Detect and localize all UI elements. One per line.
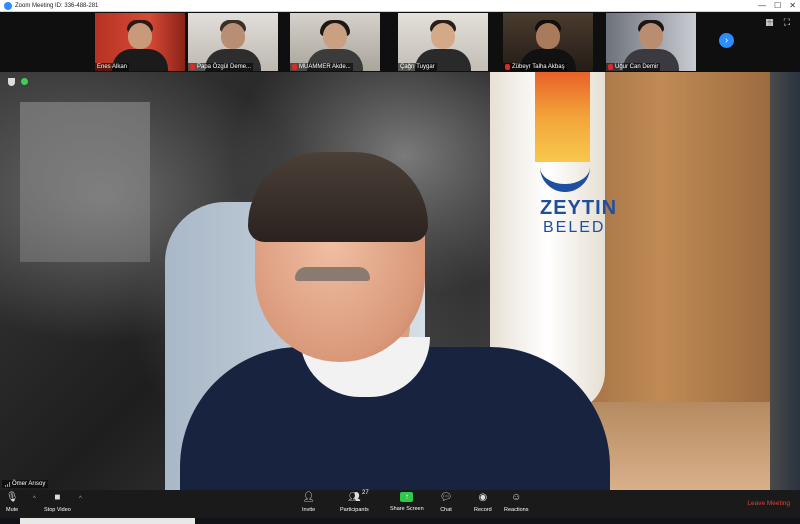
chat-button[interactable]: 💬︎ Chat (439, 492, 453, 513)
participant-face (128, 23, 152, 49)
participant-thumbnail[interactable]: Uğur Can Demir (606, 13, 696, 71)
share-screen-icon: ↑ (400, 492, 414, 502)
maximize-button[interactable]: ☐ (774, 1, 781, 10)
participant-name: Çağrı Tuygar (398, 63, 437, 71)
flag-logo-stripe (535, 72, 590, 162)
participant-name: Papa Özgül Deme... (188, 63, 254, 71)
participant-face (639, 23, 663, 49)
stop-video-label: Stop Video (44, 507, 71, 513)
record-label: Record (474, 507, 492, 513)
right-edge-wall (770, 72, 800, 490)
leave-meeting-button[interactable]: Leave Meeting (747, 500, 790, 507)
fullscreen-icon[interactable]: ⛶ (784, 17, 790, 28)
audio-options-caret-icon[interactable]: ^ (33, 496, 36, 502)
grid-view-icon[interactable]: ▦ (765, 17, 774, 28)
add-person-icon: 👤︎ (302, 492, 315, 503)
mute-button[interactable]: 🎙︎ Mute (5, 492, 19, 513)
participants-button[interactable]: 👥︎ 27 Participants (340, 490, 369, 513)
close-button[interactable]: ✕ (789, 1, 796, 10)
participant-thumbnail[interactable]: Papa Özgül Deme... (188, 13, 278, 71)
os-taskbar (0, 518, 800, 524)
stop-video-button[interactable]: ■ Stop Video (44, 492, 71, 513)
participant-name: MUAMMER Akde... (290, 63, 353, 71)
meeting-info-icons (8, 78, 28, 86)
flag-text-bottom: BELED (543, 219, 606, 236)
view-controls: ▦ ⛶ (765, 17, 790, 28)
mic-muted-icon (190, 64, 195, 70)
participant-thumbnail-strip: Enes Alkan Papa Özgül Deme... MUAMMER Ak… (0, 12, 800, 72)
taskbar-search-box[interactable] (20, 518, 195, 524)
floor (585, 402, 775, 490)
flag-text-top: ZEYTIN (540, 197, 618, 219)
participant-thumbnail[interactable]: MUAMMER Akde... (290, 13, 380, 71)
participant-face (221, 23, 245, 49)
record-icon: ◉ (478, 492, 488, 503)
window-title: Zoom Meeting ID: 336-488-281 (15, 2, 99, 9)
video-camera-icon: ■ (54, 492, 61, 503)
invite-label: Invite (302, 507, 316, 513)
participant-thumbnail[interactable]: Enes Alkan (95, 13, 185, 71)
window-controls: — ☐ ✕ (758, 1, 796, 10)
chat-bubble-icon: 💬︎ (439, 492, 453, 503)
window-reflection (20, 102, 150, 262)
reactions-label: Reactions (504, 507, 529, 513)
speaker-name-label: Ömer Arısoy (2, 480, 49, 488)
participant-thumbnail[interactable]: Zübeyr Talha Akbaş (503, 13, 593, 71)
active-speaker-video: ZEYTIN BELED Ömer Arısoy (0, 72, 800, 490)
participants-count: 27 (362, 490, 369, 496)
participants-label: Participants (340, 507, 369, 513)
minimize-button[interactable]: — (758, 1, 766, 10)
meeting-toolbar: 🎙︎ Mute ^ ■ Stop Video ^ 👤︎ Invite 👥︎ 27… (0, 490, 800, 518)
smiley-icon: ☺ (511, 492, 522, 503)
participant-face (536, 23, 560, 49)
speaker-moustache (295, 267, 370, 281)
chat-label: Chat (440, 507, 452, 513)
microphone-icon: 🎙︎ (5, 492, 19, 503)
encryption-icon[interactable] (21, 78, 28, 85)
participant-name: Uğur Can Demir (606, 63, 661, 71)
next-page-arrow-icon[interactable]: › (719, 33, 734, 48)
video-options-caret-icon[interactable]: ^ (79, 496, 82, 502)
record-button[interactable]: ◉ Record (474, 492, 492, 513)
share-screen-button[interactable]: ↑ Share Screen (390, 492, 424, 512)
participant-face (323, 23, 347, 49)
window-titlebar: Zoom Meeting ID: 336-488-281 — ☐ ✕ (0, 0, 800, 12)
reactions-button[interactable]: ☺ Reactions (504, 492, 528, 513)
mute-label: Mute (6, 507, 19, 513)
zoom-logo-icon (4, 1, 12, 10)
participant-name: Zübeyr Talha Akbaş (503, 63, 567, 71)
mic-muted-icon (505, 64, 510, 70)
mic-muted-icon (608, 64, 613, 70)
shield-icon[interactable] (8, 78, 15, 86)
signal-strength-icon (5, 481, 10, 487)
participant-name: Enes Alkan (95, 63, 130, 71)
participant-thumbnail[interactable]: Çağrı Tuygar (398, 13, 488, 71)
participant-face (431, 23, 455, 49)
share-screen-label: Share Screen (390, 506, 424, 512)
mic-muted-icon (292, 64, 297, 70)
invite-button[interactable]: 👤︎ Invite (302, 492, 315, 513)
participants-icon: 👥︎ (348, 492, 361, 503)
